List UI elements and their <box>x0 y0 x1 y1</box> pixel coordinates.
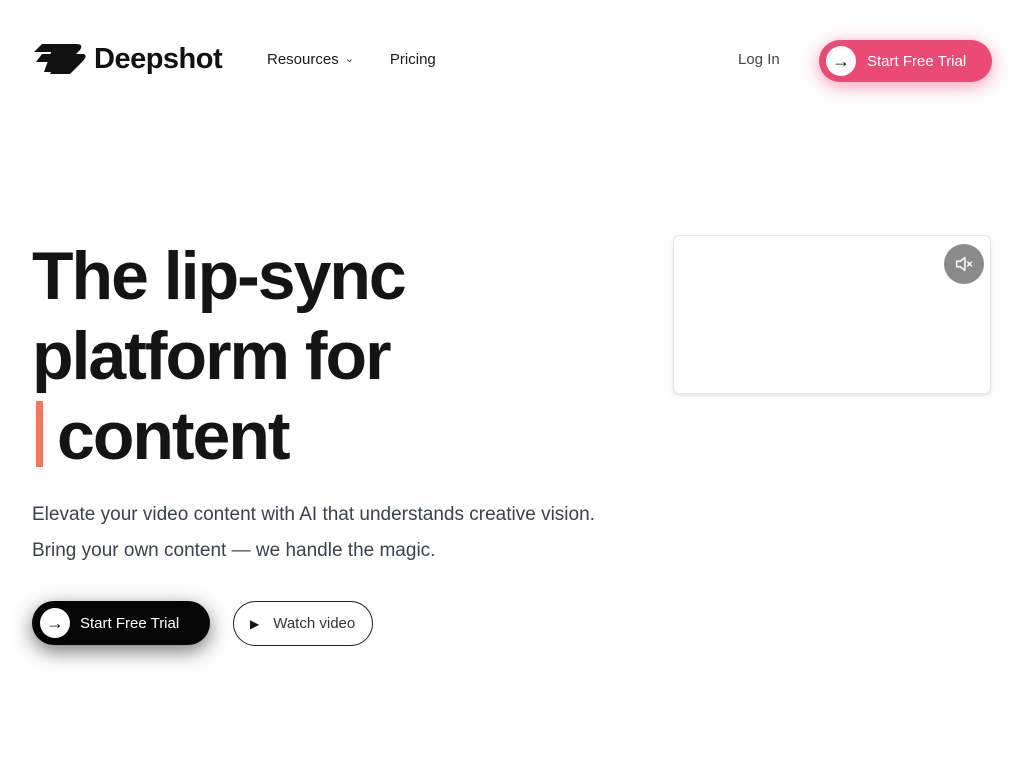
header-start-trial-label: Start Free Trial <box>867 52 967 70</box>
main-nav: Resources ⌄ Pricing <box>267 51 436 68</box>
watch-video-button[interactable]: ▶ Watch video <box>233 601 373 646</box>
landing-page: Deepshot Resources ⌄ Pricing Log In → St… <box>0 0 1024 768</box>
typing-cursor <box>36 401 43 467</box>
hero-subtitle-line-2: Bring your own content — we handle the m… <box>32 540 436 561</box>
chevron-down-icon: ⌄ <box>344 53 354 65</box>
watch-video-label: Watch video <box>273 615 356 632</box>
arrow-right-icon: → <box>40 608 70 638</box>
hero-title-line-3: content <box>32 396 632 476</box>
nav-resources[interactable]: Resources ⌄ <box>267 51 354 68</box>
login-link[interactable]: Log In <box>738 51 780 68</box>
hero-title-line-2: platform for <box>32 318 392 394</box>
play-icon: ▶ <box>250 616 260 631</box>
site-header: Deepshot Resources ⌄ Pricing Log In → St… <box>0 0 1024 120</box>
header-start-trial-button[interactable]: → Start Free Trial <box>819 40 992 82</box>
brand-logo[interactable]: Deepshot <box>32 42 223 76</box>
hero-title-word: content <box>57 398 291 474</box>
hero-start-trial-label: Start Free Trial <box>80 614 180 632</box>
hero-title: The lip-sync platform for content <box>32 236 632 476</box>
hero-title-line-1: The lip-sync <box>32 238 407 314</box>
hero-subtitle: Elevate your video content with AI that … <box>32 497 652 569</box>
brand-name: Deepshot <box>94 42 223 75</box>
deepshot-logo-icon <box>34 44 86 74</box>
arrow-right-icon: → <box>826 46 856 76</box>
speaker-muted-icon <box>955 256 973 272</box>
nav-resources-label: Resources <box>267 51 339 68</box>
hero-start-trial-button[interactable]: → Start Free Trial <box>32 601 210 645</box>
video-preview[interactable] <box>673 235 991 394</box>
hero-subtitle-line-1: Elevate your video content with AI that … <box>32 504 595 525</box>
nav-pricing[interactable]: Pricing <box>390 51 436 68</box>
mute-toggle-button[interactable] <box>944 244 984 284</box>
